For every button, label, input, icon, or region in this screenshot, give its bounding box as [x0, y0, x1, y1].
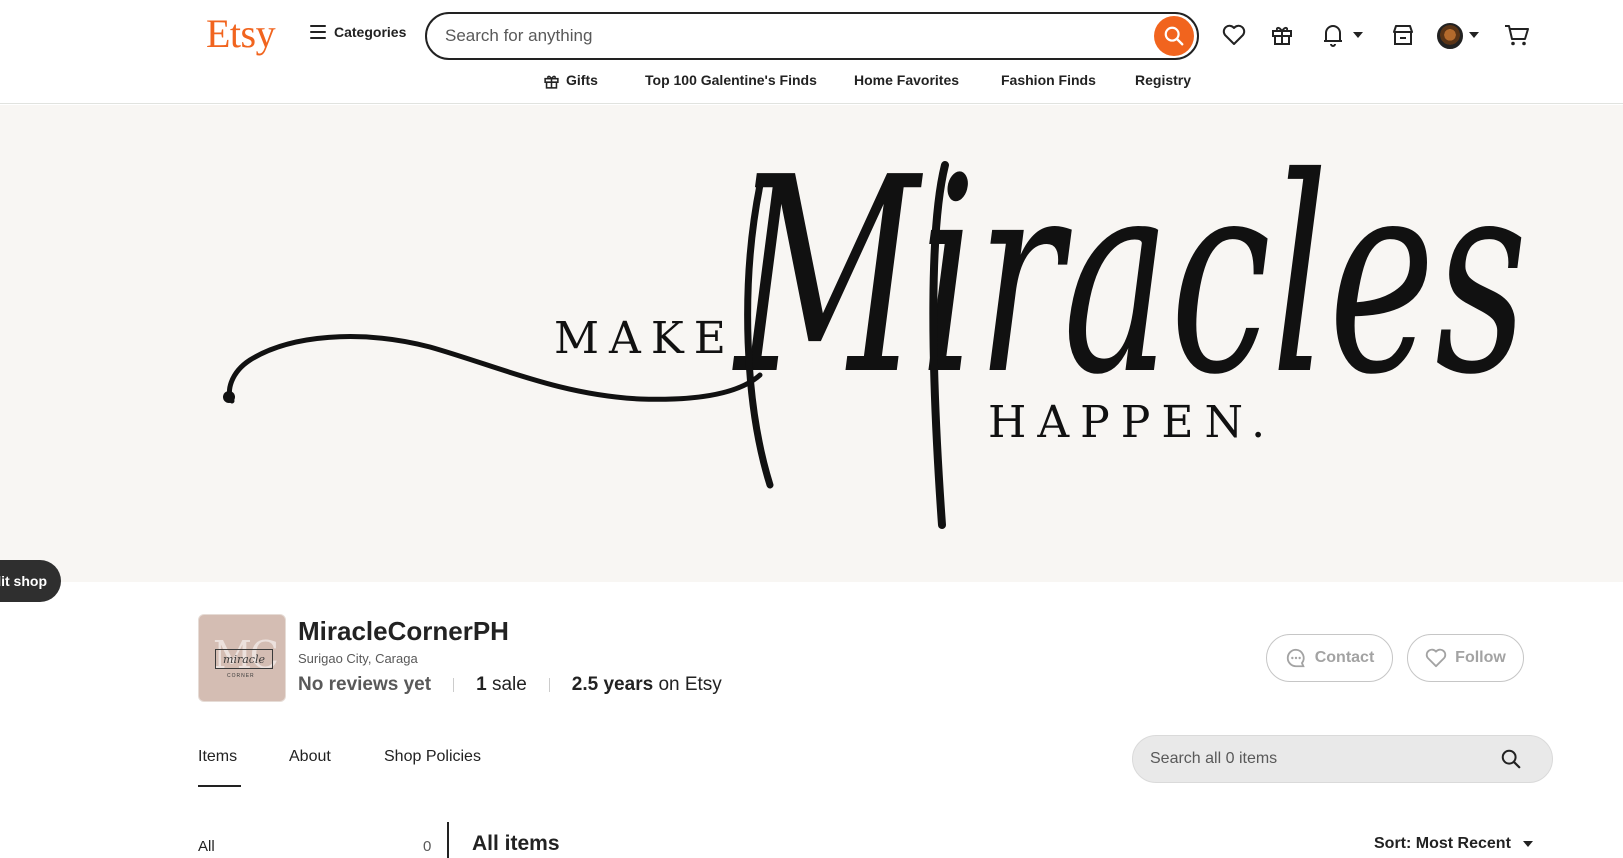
shop-banner: MAKE Miracles HAPPEN. [0, 105, 1623, 582]
shop-logo-text: miracle [215, 649, 273, 669]
search-bar[interactable]: Search for anything [425, 12, 1199, 60]
sort-dropdown[interactable]: Sort: Most Recent [1374, 835, 1533, 853]
section-divider [447, 822, 449, 858]
notifications-bell-icon[interactable] [1320, 22, 1346, 48]
years-suffix: on Etsy [658, 674, 722, 695]
site-header: Etsy Categories Search for anything Gift… [0, 0, 1623, 104]
chevron-down-icon[interactable] [1353, 32, 1363, 38]
gift-icon [544, 75, 559, 89]
tab-shop-policies[interactable]: Shop Policies [384, 748, 481, 766]
sales-count: 1 [476, 674, 487, 695]
sidebar-item-all[interactable]: All [198, 838, 215, 855]
search-icon[interactable] [1500, 748, 1522, 770]
banner-artwork: MAKE Miracles HAPPEN. [223, 121, 1528, 529]
reviews-text[interactable]: No reviews yet [298, 674, 431, 696]
subnav-item-gifts[interactable]: Gifts [566, 72, 598, 88]
subnav-item-galentines[interactable]: Top 100 Galentine's Finds [645, 72, 817, 88]
sort-label: Sort: Most Recent [1374, 835, 1511, 852]
banner-happen-text: HAPPEN. [988, 397, 1276, 448]
sales-label: sale [491, 674, 527, 695]
chevron-down-icon[interactable] [1469, 32, 1479, 38]
banner-script-text: Miracles [732, 121, 1528, 435]
menu-icon [310, 25, 326, 39]
heart-icon [1426, 648, 1447, 668]
contact-label: Contact [1314, 649, 1375, 666]
banner-make-text: MAKE [554, 313, 736, 364]
sidebar-item-all-count: 0 [423, 838, 432, 855]
categories-label: Categories [334, 24, 407, 40]
shop-name: MiracleCornerPH [298, 616, 509, 646]
section-heading: All items [472, 832, 560, 855]
cart-icon[interactable] [1504, 22, 1530, 48]
category-subnav: Gifts Top 100 Galentine's Finds Home Fav… [0, 72, 1623, 96]
subnav-item-registry[interactable]: Registry [1135, 72, 1191, 88]
shop-logo: MC miracle CORNER [198, 614, 286, 702]
search-input[interactable]: Search for anything [445, 26, 1154, 46]
shop-search-bar[interactable]: Search all 0 items [1132, 735, 1553, 783]
shop-logo-subtext: CORNER [227, 673, 255, 679]
tab-items[interactable]: Items [198, 748, 237, 766]
search-button[interactable] [1154, 16, 1194, 56]
divider [453, 678, 455, 692]
shop-manager-icon[interactable] [1390, 22, 1416, 48]
edit-shop-button[interactable]: dit shop [0, 560, 61, 602]
subnav-item-fashion-finds[interactable]: Fashion Finds [1001, 72, 1096, 88]
years-on-etsy: 2.5 years [571, 674, 654, 695]
gift-icon[interactable] [1269, 22, 1295, 48]
follow-button[interactable]: Follow [1407, 634, 1524, 682]
shop-stats: No reviews yet 1 sale 2.5 years on Etsy [298, 674, 722, 696]
chevron-down-icon [1522, 841, 1533, 847]
favorites-heart-icon[interactable] [1221, 22, 1247, 48]
subnav-item-home-favorites[interactable]: Home Favorites [854, 72, 959, 88]
etsy-logo[interactable]: Etsy [206, 10, 276, 57]
tab-about[interactable]: About [289, 748, 331, 766]
categories-button[interactable]: Categories [310, 24, 406, 40]
active-tab-indicator [198, 785, 241, 787]
chat-bubble-icon [1286, 648, 1305, 668]
avatar[interactable] [1437, 23, 1463, 49]
divider [548, 678, 550, 692]
search-icon [1164, 26, 1184, 46]
follow-label: Follow [1455, 649, 1506, 666]
contact-button[interactable]: Contact [1266, 634, 1393, 682]
shop-search-input[interactable]: Search all 0 items [1150, 750, 1500, 768]
shop-location: Surigao City, Caraga [298, 651, 418, 666]
